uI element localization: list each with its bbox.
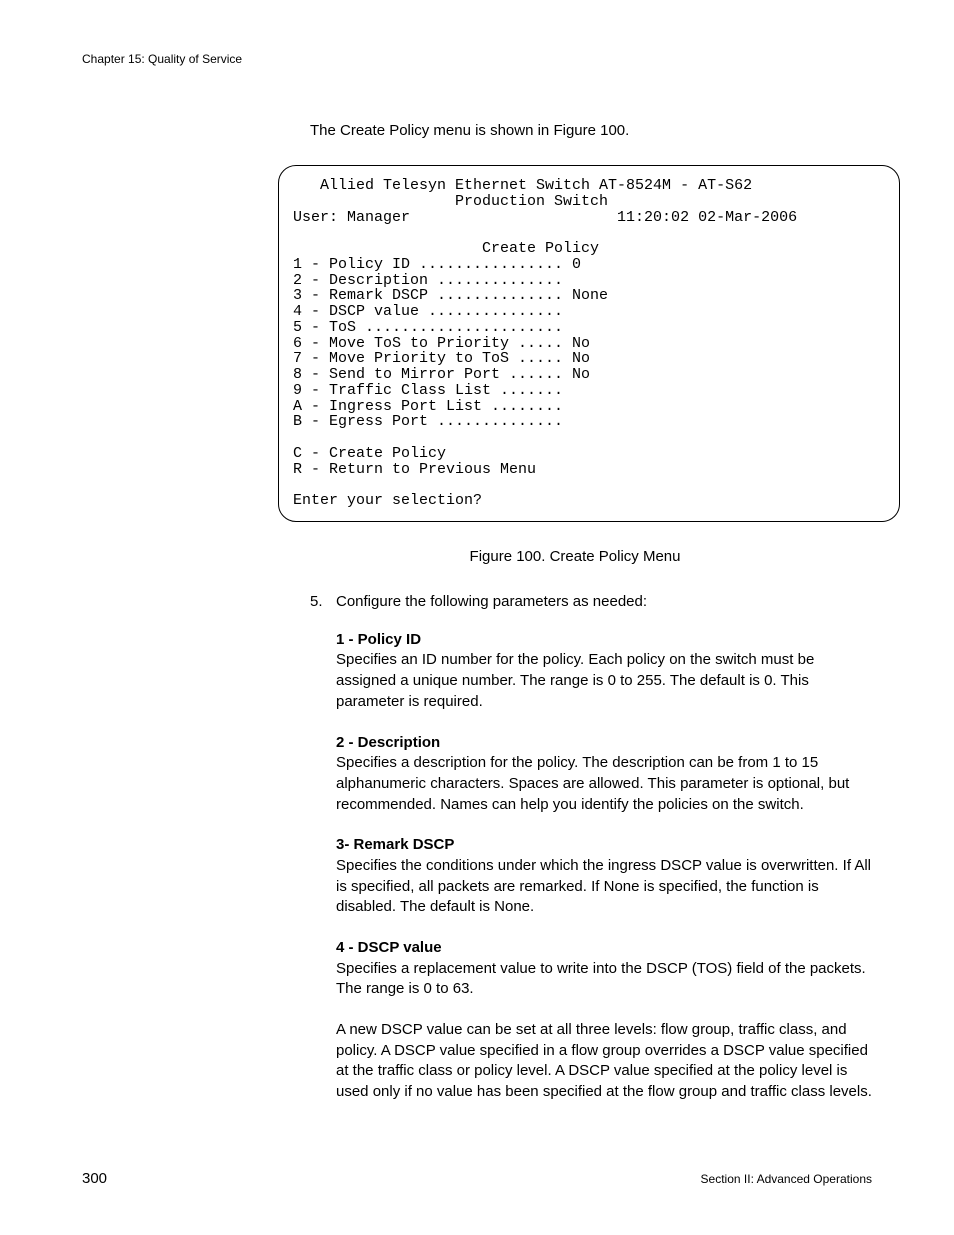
param-dscp-extra: A new DSCP value can be set at all three…: [336, 1020, 872, 1103]
intro-text: The Create Policy menu is shown in Figur…: [310, 122, 872, 139]
param-head: 2 - Description: [336, 733, 872, 754]
param-body: A new DSCP value can be set at all three…: [336, 1020, 872, 1103]
terminal-screenshot: Allied Telesyn Ethernet Switch AT-8524M …: [278, 165, 900, 522]
step-number: 5.: [310, 593, 336, 610]
param-body: Specifies an ID number for the policy. E…: [336, 650, 872, 712]
figure-caption: Figure 100. Create Policy Menu: [278, 548, 872, 565]
step-5: 5. Configure the following parameters as…: [310, 593, 872, 610]
param-description: 2 - Description Specifies a description …: [336, 733, 872, 816]
content-column: The Create Policy menu is shown in Figur…: [310, 122, 872, 1103]
param-body: Specifies a replacement value to write i…: [336, 959, 872, 1000]
page-number: 300: [82, 1170, 107, 1187]
section-label: Section II: Advanced Operations: [701, 1172, 872, 1186]
param-body: Specifies a description for the policy. …: [336, 753, 872, 815]
param-remark-dscp: 3- Remark DSCP Specifies the conditions …: [336, 835, 872, 918]
step-text: Configure the following parameters as ne…: [336, 593, 872, 610]
terminal-text: Allied Telesyn Ethernet Switch AT-8524M …: [293, 178, 885, 509]
param-head: 3- Remark DSCP: [336, 835, 872, 856]
page-footer: 300 Section II: Advanced Operations: [82, 1170, 872, 1187]
param-body: Specifies the conditions under which the…: [336, 856, 872, 918]
chapter-header: Chapter 15: Quality of Service: [82, 52, 872, 66]
param-head: 1 - Policy ID: [336, 630, 872, 651]
page: Chapter 15: Quality of Service The Creat…: [0, 0, 954, 1235]
param-policy-id: 1 - Policy ID Specifies an ID number for…: [336, 630, 872, 713]
param-dscp-value: 4 - DSCP value Specifies a replacement v…: [336, 938, 872, 1000]
param-head: 4 - DSCP value: [336, 938, 872, 959]
